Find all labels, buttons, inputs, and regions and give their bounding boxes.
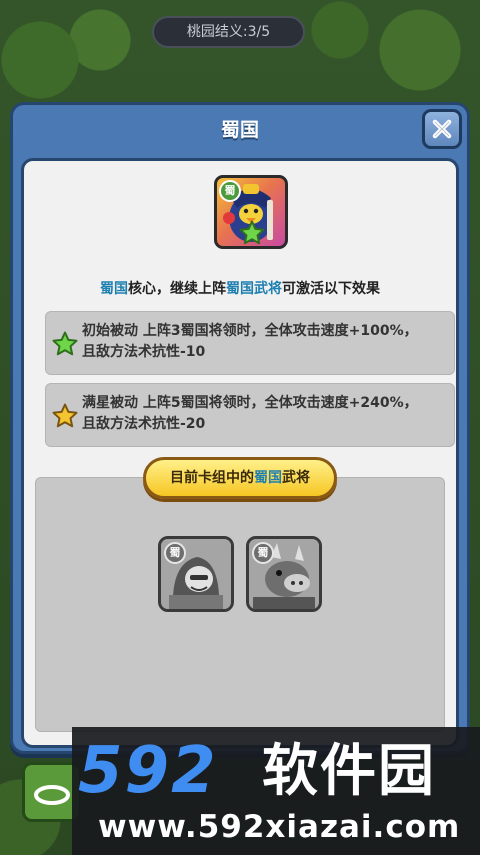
effect-text: 初始被动 上阵3蜀国将领时，全体攻击速度+100%， 且敌方法术抗性-10 [82, 321, 444, 363]
deck-generals-area [35, 477, 445, 732]
watermark-logo-number: 592 [78, 734, 218, 808]
ring-icon [34, 785, 70, 805]
faction-hero-card: 蜀 [214, 175, 288, 249]
deck-banner: 目前卡组中的蜀国武将 [143, 457, 337, 499]
effect-line-2: 且敌方法术抗性-20 [82, 416, 206, 432]
description-text-end: 可激活以下效果 [282, 281, 380, 297]
deck-general-card[interactable]: 蜀 [246, 536, 322, 612]
effect-initial-passive: 初始被动 上阵3蜀国将领时，全体攻击速度+100%， 且敌方法术抗性-10 [45, 311, 455, 375]
modal-title: 蜀国 [220, 119, 259, 141]
progress-label: 桃园结义:3/5 [152, 16, 305, 48]
faction-tag-badge: 蜀 [219, 180, 241, 202]
deck-banner-suffix: 武将 [282, 470, 310, 486]
watermark-logo-text: 软件园 [262, 739, 436, 804]
close-x-icon [432, 119, 452, 139]
effect-line-1: 满星被动 上阵5蜀国将领时，全体攻击速度+240%， [82, 395, 418, 411]
effect-max-star-passive: 满星被动 上阵5蜀国将领时，全体攻击速度+240%， 且敌方法术抗性-20 [45, 383, 455, 447]
gold-star-icon [52, 403, 78, 428]
faction-generals-highlight: 蜀国武将 [226, 281, 282, 297]
site-watermark: 592 软件园 www.592xiazai.com [72, 727, 480, 855]
deck-general-card[interactable]: 蜀 [158, 536, 234, 612]
description-text: 核心，继续上阵 [128, 281, 226, 297]
green-star-icon [239, 220, 265, 245]
green-star-icon [52, 331, 78, 356]
effect-line-2: 且敌方法术抗性-10 [82, 344, 206, 360]
close-button[interactable] [422, 109, 462, 149]
faction-name-highlight: 蜀国 [100, 281, 128, 297]
deck-banner-prefix: 目前卡组中的 [170, 470, 254, 486]
watermark-url: www.592xiazai.com [98, 809, 461, 845]
effect-line-1: 初始被动 上阵3蜀国将领时，全体攻击速度+100%， [82, 323, 418, 339]
deck-banner-highlight: 蜀国 [254, 470, 282, 486]
faction-tag-badge: 蜀 [252, 542, 274, 564]
faction-description: 蜀国核心，继续上阵蜀国武将可激活以下效果 [24, 278, 456, 298]
faction-tag-badge: 蜀 [164, 542, 186, 564]
effect-text: 满星被动 上阵5蜀国将领时，全体攻击速度+240%， 且敌方法术抗性-20 [82, 393, 444, 435]
